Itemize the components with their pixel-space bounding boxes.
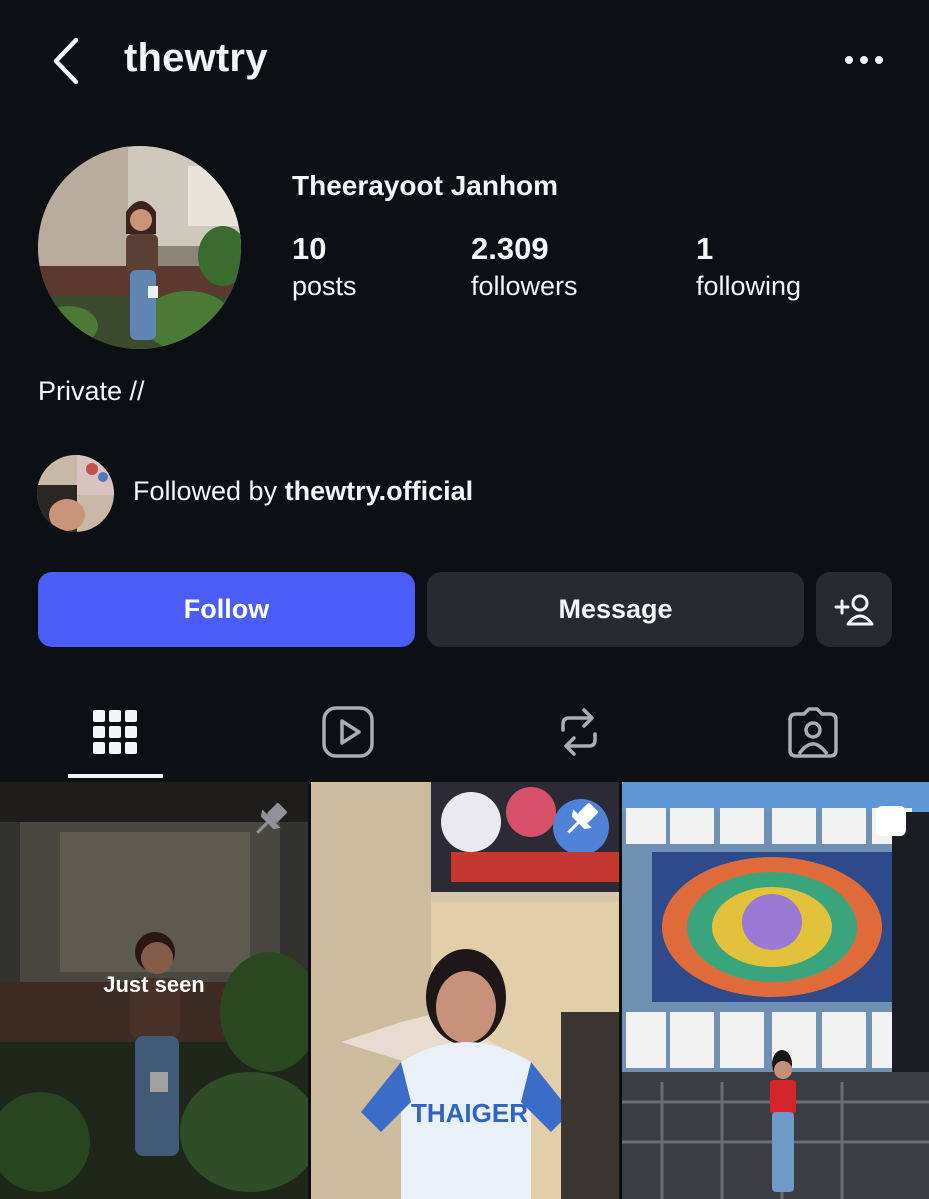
following-count-label: following: [696, 271, 802, 301]
followed-by-text[interactable]: Followed by thewtry.official: [133, 476, 473, 507]
posts-grid: Just seen THAIGER: [0, 782, 929, 1199]
profile-avatar[interactable]: [38, 146, 241, 349]
posts-count-label: posts: [292, 271, 357, 301]
following-count[interactable]: 1 following: [696, 230, 801, 304]
pinned-icon: [256, 803, 287, 834]
message-button[interactable]: Message: [427, 572, 804, 647]
top-bar: thewtry: [0, 0, 929, 120]
followed-by-account: thewtry.official: [284, 476, 474, 506]
more-options-button[interactable]: [836, 40, 892, 80]
multiple-images-icon: [876, 806, 906, 836]
followers-count-label: followers: [471, 271, 578, 301]
profile-bio: Private //: [38, 376, 145, 406]
svg-text:THAIGER: THAIGER: [411, 1098, 528, 1128]
following-count-value: 1: [696, 231, 714, 266]
chevron-left-icon: [53, 37, 79, 85]
profile-tabs: [0, 686, 929, 782]
post-thumbnail[interactable]: [622, 782, 929, 1199]
posts-count[interactable]: 10 posts: [292, 230, 357, 304]
tab-reposts[interactable]: [524, 686, 634, 778]
tab-posts-grid[interactable]: [60, 686, 170, 778]
suggested-users-button[interactable]: [816, 572, 892, 647]
back-button[interactable]: [44, 34, 88, 88]
followers-count-value: 2.309: [471, 231, 549, 266]
post-thumbnail[interactable]: Just seen: [0, 782, 308, 1199]
follow-button[interactable]: Follow: [38, 572, 415, 647]
followed-by-prefix: Followed by: [133, 476, 278, 506]
tagged-icon: [788, 707, 838, 758]
reels-icon: [322, 706, 374, 758]
just-seen-label: Just seen: [103, 972, 205, 997]
add-user-icon: [834, 594, 874, 625]
profile-full-name: Theerayoot Janhom: [292, 170, 559, 201]
active-tab-indicator: [68, 774, 163, 778]
grid-icon: [93, 710, 137, 754]
tab-reels[interactable]: [293, 686, 403, 778]
reposts-icon: [561, 708, 597, 756]
post-thumbnail[interactable]: THAIGER: [311, 782, 619, 1199]
pinned-icon: [567, 803, 598, 834]
tab-tagged[interactable]: [758, 686, 868, 778]
profile-username: thewtry: [124, 36, 268, 80]
followed-by-avatar[interactable]: [37, 455, 114, 532]
followers-count[interactable]: 2.309 followers: [471, 230, 578, 304]
more-horizontal-icon: [845, 56, 883, 64]
posts-count-value: 10: [292, 231, 327, 266]
